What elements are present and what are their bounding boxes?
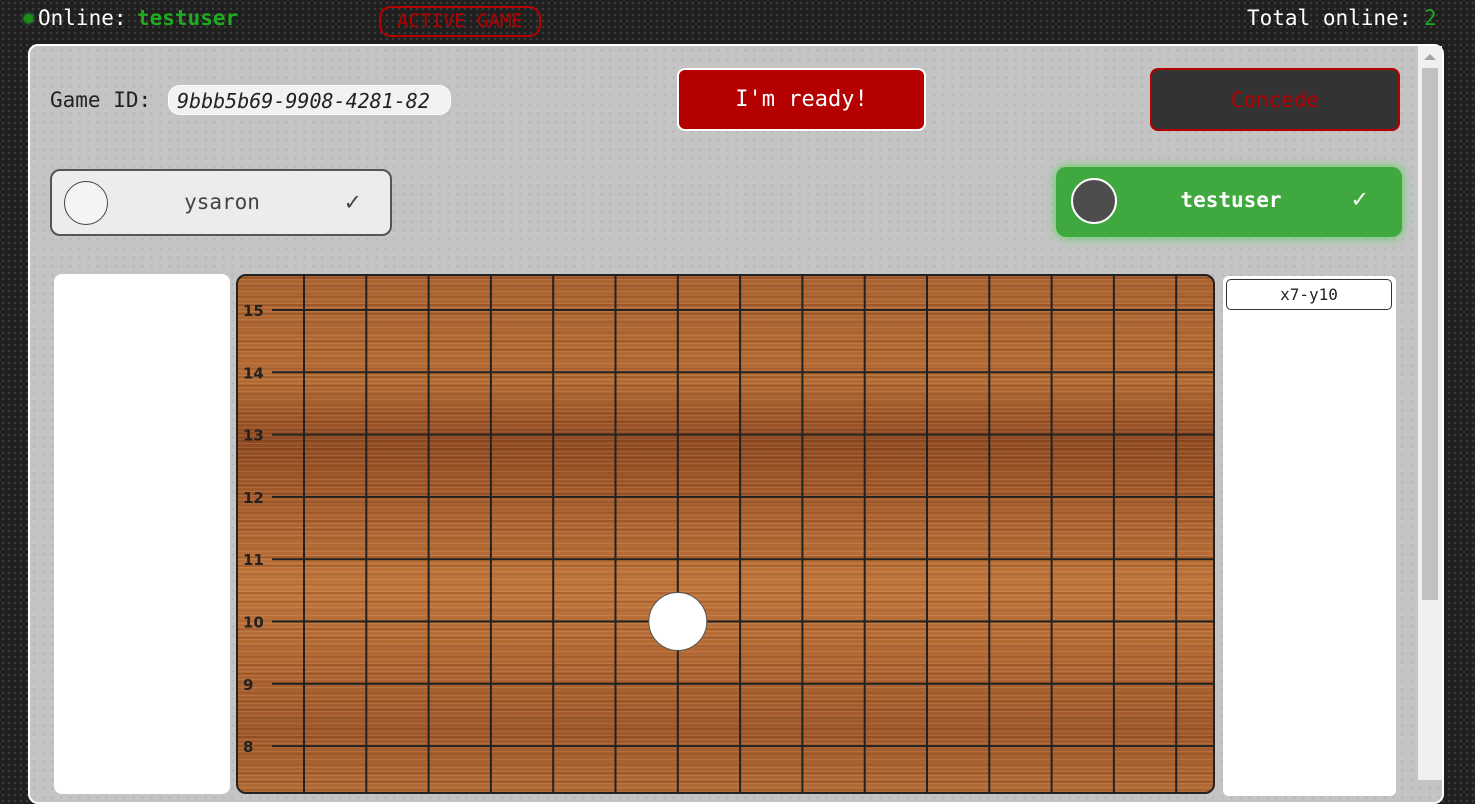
chat-panel[interactable] [54, 274, 230, 794]
scroll-up-arrow-icon[interactable] [1424, 54, 1436, 60]
game-panel: Game ID: 9bbb5b69-9908-4281-82 I'm ready… [28, 44, 1444, 804]
game-id-label: Game ID: [50, 88, 152, 112]
player-card-opponent: ysaron ✓ [50, 169, 392, 236]
online-status-icon [24, 14, 33, 23]
concede-button[interactable]: Concede [1150, 68, 1400, 131]
total-online-label: Total online: [1247, 6, 1412, 30]
row-label: 8 [243, 738, 253, 756]
scrollbar[interactable] [1418, 46, 1442, 780]
check-icon: ✓ [1352, 184, 1368, 213]
game-board[interactable]: 15 14 13 12 11 10 9 8 [236, 274, 1215, 794]
move-history-item[interactable]: x7-y10 [1226, 279, 1392, 310]
current-username[interactable]: testuser [137, 6, 238, 30]
black-stone-icon [1071, 178, 1117, 224]
player-name: ysaron [184, 190, 260, 214]
row-label: 13 [243, 427, 264, 445]
white-stone-icon [64, 181, 108, 225]
board-grid[interactable]: 15 14 13 12 11 10 9 8 [238, 276, 1215, 794]
scroll-thumb[interactable] [1422, 68, 1438, 600]
online-label: Online: [38, 6, 127, 30]
row-label: 15 [243, 302, 264, 320]
row-label: 9 [243, 676, 253, 694]
player-name: testuser [1180, 188, 1282, 212]
move-history[interactable]: x7-y10 [1223, 276, 1396, 796]
row-label: 10 [243, 614, 264, 632]
ready-button[interactable]: I'm ready! [677, 68, 926, 131]
check-icon: ✓ [345, 187, 361, 216]
total-online-count: 2 [1424, 6, 1437, 30]
row-label: 11 [243, 551, 264, 569]
game-id-field[interactable]: 9bbb5b69-9908-4281-82 [168, 85, 451, 115]
board-stone-white[interactable] [648, 592, 708, 651]
player-card-self: testuser ✓ [1056, 167, 1402, 237]
row-label: 14 [243, 364, 264, 382]
active-game-badge[interactable]: ACTIVE GAME [379, 6, 541, 37]
row-label: 12 [243, 489, 264, 507]
top-bar: Online: testuser ACTIVE GAME Total onlin… [0, 0, 1475, 42]
